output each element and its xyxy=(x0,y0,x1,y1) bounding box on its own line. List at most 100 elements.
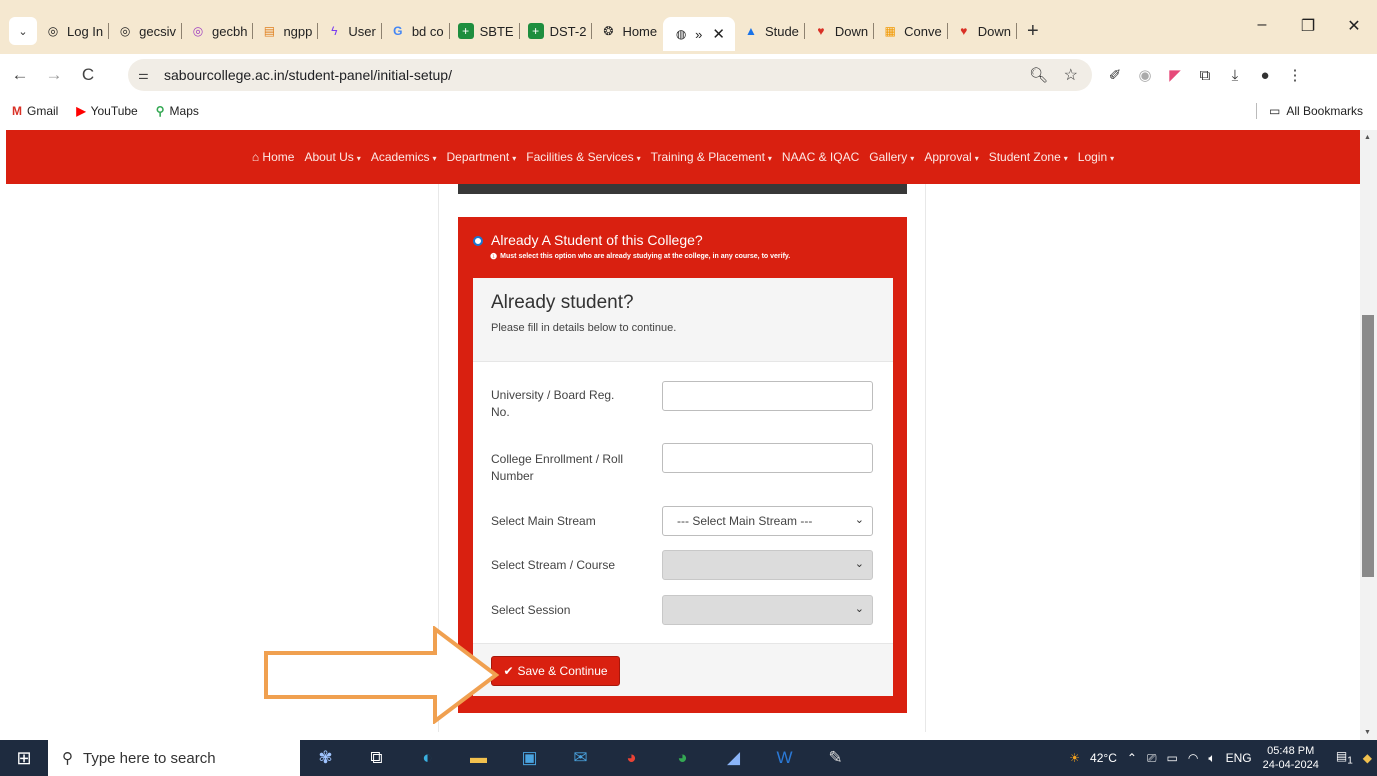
annotation-arrow-icon xyxy=(264,626,500,724)
tab-12[interactable]: ▦ Conve xyxy=(874,17,948,45)
tab-2[interactable]: ◎ gecbh xyxy=(182,17,254,45)
download-icon[interactable]: ⤓ xyxy=(1220,67,1250,84)
language-indicator[interactable]: ENG xyxy=(1226,751,1252,765)
bookmark-gmail[interactable]: M Gmail xyxy=(12,104,58,118)
bookmark-star-icon[interactable]: ☆ xyxy=(1064,65,1078,85)
reg-no-input[interactable] xyxy=(662,381,873,411)
tab-5[interactable]: Gbd co xyxy=(382,17,450,45)
nav-gallery[interactable]: Gallery ▾ xyxy=(869,150,914,164)
nav-about-us[interactable]: About Us ▾ xyxy=(304,150,360,164)
nav-facilities[interactable]: Facilities & Services ▾ xyxy=(526,150,640,164)
document-icon: ▤ xyxy=(263,24,276,38)
address-bar[interactable]: ⚌ sabourcollege.ac.in/student-panel/init… xyxy=(128,59,1092,91)
chrome-profile-icon[interactable]: ◕ xyxy=(657,748,708,768)
tab-active[interactable]: ◍ » ✕ xyxy=(663,17,735,51)
nav-home[interactable]: ⌂ Home xyxy=(252,150,295,164)
flag-extension-icon[interactable]: ◤ xyxy=(1160,66,1190,84)
existing-student-option[interactable]: Already A Student of this College? xyxy=(473,232,703,248)
nav-naac[interactable]: NAAC & IQAC xyxy=(782,150,859,164)
notepad-icon[interactable]: ◢ xyxy=(708,748,759,768)
chrome-taskbar-icon[interactable]: ◕ xyxy=(606,748,657,768)
windows-start-icon[interactable]: ⊞ xyxy=(0,748,48,769)
scroll-thumb[interactable] xyxy=(1362,315,1374,577)
nav-department[interactable]: Department ▾ xyxy=(447,150,517,164)
battery-icon[interactable]: ▭ xyxy=(1167,751,1178,765)
edge-icon[interactable]: ◐ xyxy=(402,748,453,768)
caret-down-icon: ▾ xyxy=(356,154,361,163)
nav-student-zone[interactable]: Student Zone ▾ xyxy=(989,150,1068,164)
save-continue-button[interactable]: ✔ Save & Continue xyxy=(491,656,620,686)
notification-icon[interactable]: ▤1 xyxy=(1336,749,1353,766)
minimize-icon[interactable]: – xyxy=(1239,16,1285,36)
pen-extension-icon[interactable]: ✐ xyxy=(1100,66,1130,84)
tab-6[interactable]: + SBTE xyxy=(450,17,520,45)
chrome-icon: ◎ xyxy=(119,24,131,38)
store-icon[interactable]: ▣ xyxy=(504,748,555,768)
info-icon: ❶ xyxy=(490,252,498,261)
menu-dots-icon[interactable]: ⋮ xyxy=(1280,66,1310,84)
mail-icon[interactable]: ✉ xyxy=(555,748,606,768)
url-text[interactable]: sabourcollege.ac.in/student-panel/initia… xyxy=(164,67,452,83)
existing-student-radio[interactable] xyxy=(473,236,483,246)
tab-8[interactable]: ❂ Home xyxy=(592,17,663,45)
weather-temp[interactable]: 42°C xyxy=(1090,751,1117,765)
nav-academics[interactable]: Academics ▾ xyxy=(371,150,437,164)
web-extension-icon[interactable]: ◉ xyxy=(1130,66,1160,84)
browser-tab-strip: ⌄ ◎ Log In ◎ gecsiv ◎ gecbh ▤ ngpp ϟ User Gbd… xyxy=(0,0,1377,60)
tab-7[interactable]: + DST-2 xyxy=(520,17,593,45)
scroll-down-icon[interactable]: ▼ xyxy=(1364,729,1371,736)
tab-13[interactable]: ♥ Down xyxy=(948,17,1017,45)
notification-count: 1 xyxy=(1347,755,1353,767)
tab-4[interactable]: ϟ User xyxy=(318,17,382,45)
tab-3[interactable]: ▤ ngpp xyxy=(253,17,319,45)
card-subtitle: Please fill in details below to continue… xyxy=(491,322,677,334)
close-tab-icon[interactable]: ✕ xyxy=(712,25,725,43)
new-tab-button[interactable]: + xyxy=(1027,20,1039,43)
all-bookmarks-button[interactable]: ▭ All Bookmarks xyxy=(1255,103,1363,119)
tab-0[interactable]: ◎ Log In xyxy=(37,17,110,45)
nav-approval[interactable]: Approval ▾ xyxy=(924,150,978,164)
session-select[interactable]: ⌄ xyxy=(662,595,873,625)
bookmark-youtube[interactable]: ▶ YouTube xyxy=(76,104,137,118)
caret-down-icon: ▾ xyxy=(974,154,979,163)
reload-icon[interactable]: C xyxy=(74,65,102,85)
chevron-up-icon[interactable]: ⌃ xyxy=(1127,751,1137,765)
app-tray-icon[interactable]: ◆ xyxy=(1363,751,1372,765)
tab-10[interactable]: ▲ Stude xyxy=(735,17,805,45)
page-scrollbar[interactable]: ▲ ▼ xyxy=(1360,130,1377,740)
site-info-icon[interactable]: ⚌ xyxy=(138,68,156,82)
flower-widget-icon[interactable]: ✾ xyxy=(300,748,351,768)
back-icon[interactable]: ← xyxy=(6,65,34,85)
scroll-up-icon[interactable]: ▲ xyxy=(1364,134,1371,141)
forward-icon[interactable]: → xyxy=(40,65,68,85)
wifi-icon[interactable]: ◠ xyxy=(1188,751,1198,765)
paint-icon[interactable]: ✎ xyxy=(810,748,861,768)
stream-label: Select Main Stream xyxy=(491,514,596,528)
restore-icon[interactable]: ❐ xyxy=(1285,16,1331,36)
puzzle-icon[interactable]: ⧉ xyxy=(1190,67,1220,84)
taskbar-search[interactable]: ⚲ Type here to search xyxy=(48,740,300,776)
chevron-down-icon: ⌄ xyxy=(854,558,864,570)
meet-icon[interactable]: ⎚ xyxy=(1147,751,1157,766)
word-icon[interactable]: W xyxy=(759,748,810,768)
close-window-icon[interactable]: ✕ xyxy=(1331,16,1377,36)
main-stream-select[interactable]: --- Select Main Stream --- ⌄ xyxy=(662,506,873,536)
all-bookmarks-label: All Bookmarks xyxy=(1286,104,1363,118)
profile-avatar-icon[interactable]: ● xyxy=(1250,67,1280,84)
nav-training[interactable]: Training & Placement ▾ xyxy=(651,150,772,164)
volume-muted-icon[interactable]: 🔈︎ xyxy=(1208,751,1215,766)
tab-search-button[interactable]: ⌄ xyxy=(9,17,37,45)
file-explorer-icon[interactable]: ▬ xyxy=(453,748,504,768)
clock[interactable]: 05:48 PM 24-04-2024 xyxy=(1263,744,1319,772)
task-view-icon[interactable]: ⧉ xyxy=(351,748,402,768)
course-label: Select Stream / Course xyxy=(491,558,616,572)
tab-11[interactable]: ♥ Down xyxy=(805,17,875,45)
bookmark-maps[interactable]: ⚲ Maps xyxy=(156,104,199,118)
zoom-icon[interactable]: 🔍︎ xyxy=(1029,66,1048,84)
tab-1[interactable]: ◎ gecsiv xyxy=(109,17,183,45)
weather-icon[interactable]: ☀ xyxy=(1069,751,1080,765)
course-select[interactable]: ⌄ xyxy=(662,550,873,580)
tab-label: SBTE xyxy=(479,23,514,39)
nav-login[interactable]: Login ▾ xyxy=(1078,150,1114,164)
roll-number-input[interactable] xyxy=(662,443,873,473)
